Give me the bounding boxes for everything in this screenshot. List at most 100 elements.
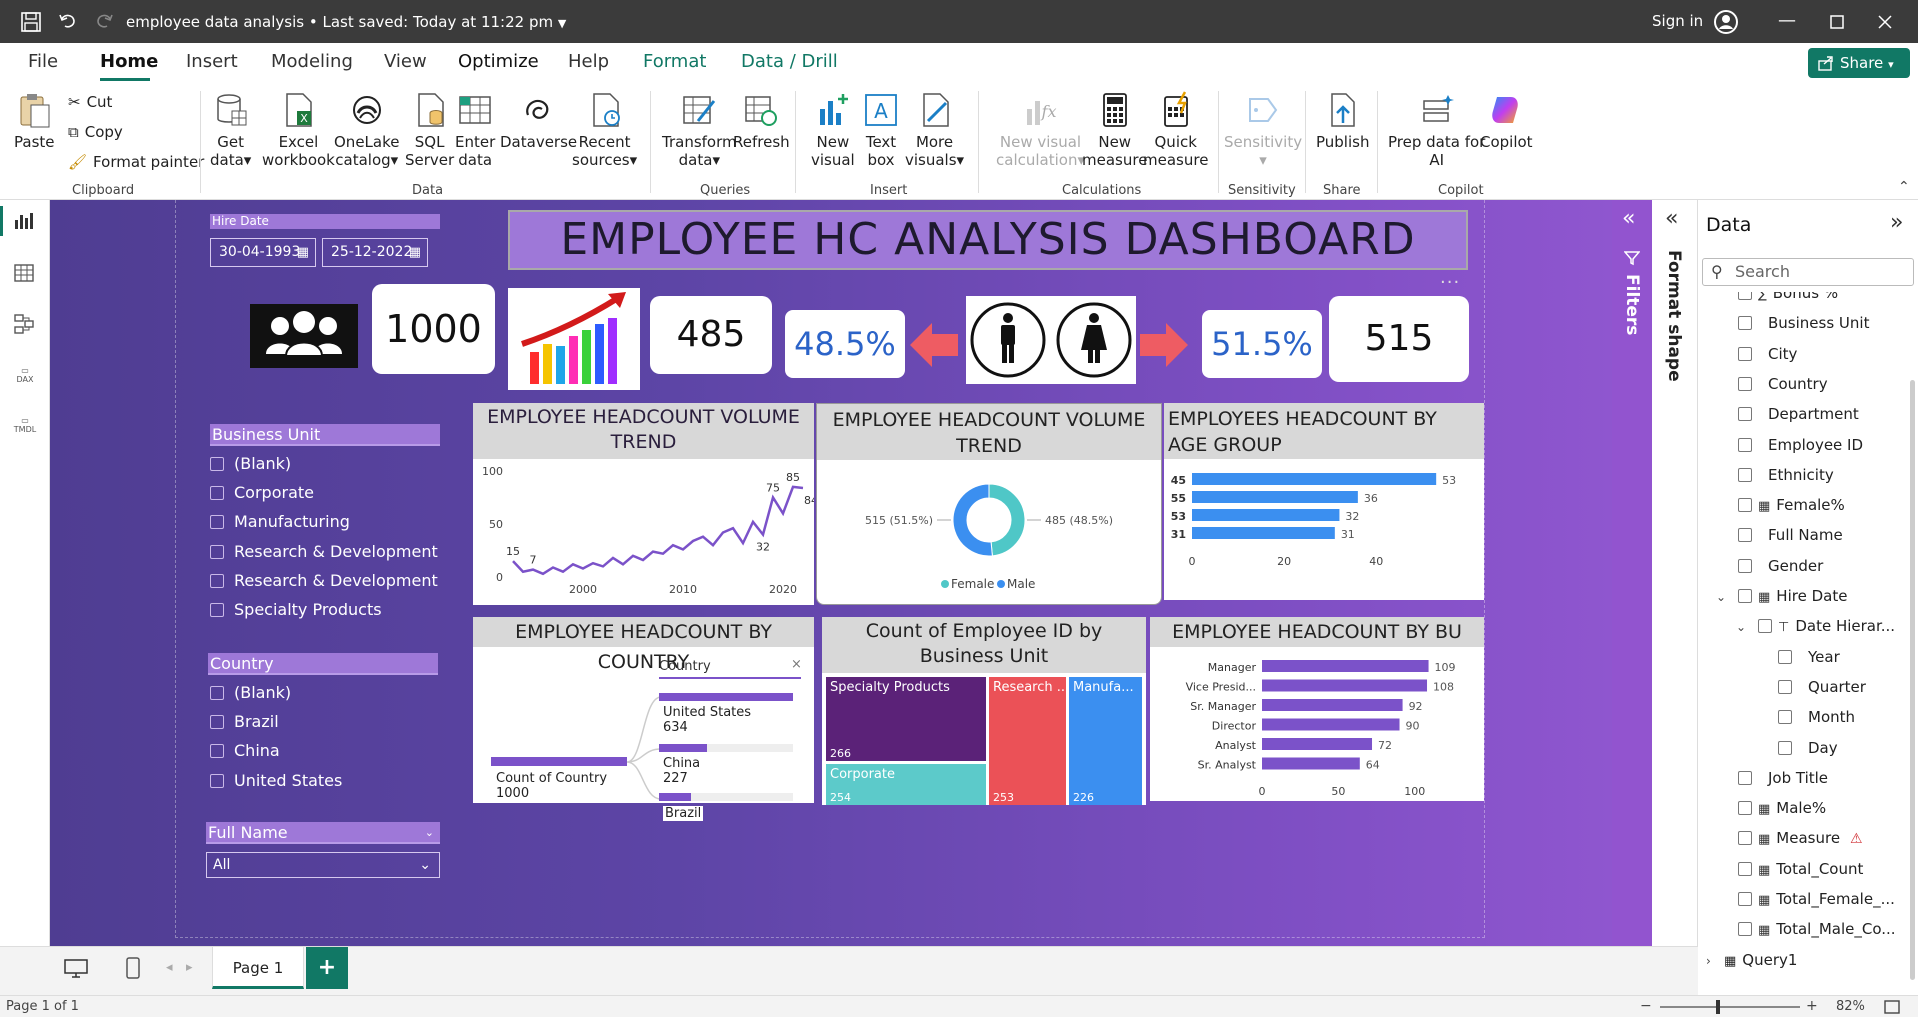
- sign-in-link[interactable]: Sign in: [1652, 12, 1703, 30]
- refresh-button[interactable]: Refresh: [733, 91, 790, 151]
- country-option-blank[interactable]: (Blank): [210, 683, 291, 702]
- field-checkbox[interactable]: [1738, 831, 1752, 846]
- enter-data-button[interactable]: Enter data: [455, 91, 495, 169]
- field-checkbox[interactable]: [1738, 589, 1752, 603]
- redo-icon[interactable]: [94, 11, 114, 31]
- field-checkbox[interactable]: [1738, 861, 1752, 876]
- tab-data-drill[interactable]: Data / Drill: [741, 51, 838, 72]
- data-pane-scrollbar[interactable]: [1910, 380, 1915, 980]
- bu-option-manufacturing[interactable]: Manufacturing: [210, 512, 350, 531]
- total-headcount-card[interactable]: 1000: [372, 284, 495, 374]
- country-option-brazil[interactable]: Brazil: [210, 712, 279, 731]
- bu-option-rnd-2[interactable]: Research & Development: [210, 571, 438, 590]
- account-icon[interactable]: [1713, 9, 1739, 35]
- dashboard-title[interactable]: EMPLOYEE HC ANALYSIS DASHBOARD: [508, 210, 1468, 270]
- field-checkbox[interactable]: [1738, 922, 1752, 937]
- report-view-icon[interactable]: [14, 212, 34, 230]
- field-item[interactable]: City: [1738, 345, 1797, 363]
- field-item[interactable]: ⌄ ▦ Hire Date: [1716, 587, 1847, 605]
- zoom-out-icon[interactable]: −: [1640, 998, 1652, 1014]
- page-tab-page-1[interactable]: Page 1: [212, 947, 304, 989]
- collapse-data-pane-icon[interactable]: »: [1890, 210, 1903, 235]
- field-item[interactable]: ∑ Bonus %: [1738, 292, 1838, 302]
- field-checkbox[interactable]: [1738, 316, 1752, 331]
- bu-option-rnd[interactable]: Research & Development: [210, 542, 438, 561]
- decomp-node-bar-us[interactable]: [659, 693, 793, 701]
- field-item[interactable]: Quarter: [1778, 678, 1866, 696]
- tab-optimize[interactable]: Optimize: [458, 51, 539, 72]
- country-option-united-states[interactable]: United States: [210, 771, 342, 790]
- field-checkbox[interactable]: [1738, 467, 1752, 482]
- close-icon[interactable]: ×: [791, 657, 802, 672]
- field-item[interactable]: ▦ Total_Count: [1738, 860, 1863, 878]
- male-headcount-card[interactable]: 515: [1329, 296, 1469, 382]
- paste-button[interactable]: Paste: [14, 91, 55, 151]
- close-icon[interactable]: [1878, 15, 1892, 29]
- collapse-ribbon-icon[interactable]: ⌃: [1898, 179, 1910, 195]
- publish-button[interactable]: Publish: [1316, 91, 1369, 151]
- hire-date-to-input[interactable]: 25-12-2022 ▦: [322, 238, 428, 267]
- text-box-button[interactable]: A Text box: [862, 91, 900, 169]
- chevron-down-icon[interactable]: ⌄: [1736, 620, 1758, 634]
- bu-headcount-bar-visual[interactable]: EMPLOYEE HEADCOUNT BY BU Manager 109 Vice …: [1150, 617, 1484, 801]
- field-item[interactable]: ▦ Total_Male_Co...: [1738, 920, 1896, 938]
- bu-option-blank[interactable]: (Blank): [210, 454, 291, 473]
- chevron-right-icon[interactable]: ›: [1706, 954, 1724, 968]
- tab-help[interactable]: Help: [568, 51, 609, 72]
- female-percent-card[interactable]: 48.5%: [785, 310, 905, 378]
- hire-date-from-input[interactable]: 30-04-1993 ▦: [210, 238, 316, 267]
- tab-modeling[interactable]: Modeling: [271, 51, 353, 72]
- decomp-root-bar[interactable]: [491, 757, 627, 766]
- field-checkbox[interactable]: [1738, 346, 1752, 361]
- gender-donut-visual[interactable]: EMPLOYEE HEADCOUNT VOLUME TREND 485 (48.…: [816, 403, 1162, 605]
- field-item[interactable]: ▦ Total_Female_...: [1738, 890, 1895, 908]
- more-visuals-button[interactable]: More visuals▾: [905, 91, 964, 169]
- field-checkbox[interactable]: [1738, 770, 1752, 785]
- more-options-icon[interactable]: ···: [1440, 272, 1460, 293]
- female-headcount-card[interactable]: 485: [650, 296, 772, 374]
- get-data-button[interactable]: Get data▾: [210, 91, 251, 169]
- field-item[interactable]: Employee ID: [1738, 436, 1863, 454]
- cut-button[interactable]: ✂ Cut: [68, 93, 112, 111]
- save-icon[interactable]: [20, 11, 42, 33]
- report-canvas[interactable]: Hire Date 30-04-1993 ▦ 25-12-2022 ▦ EMPLOY…: [50, 200, 1612, 946]
- age-group-bar-visual[interactable]: EMPLOYEES HEADCOUNT BY AGE GROUP 45 53 55 3…: [1164, 403, 1484, 600]
- tab-view[interactable]: View: [384, 51, 427, 72]
- field-item[interactable]: Country: [1738, 375, 1828, 393]
- expand-filters-icon[interactable]: «: [1622, 206, 1635, 231]
- field-checkbox[interactable]: [1738, 498, 1752, 513]
- onelake-catalog-button[interactable]: OneLake catalog▾: [334, 91, 399, 169]
- field-checkbox[interactable]: [1738, 528, 1752, 543]
- field-item[interactable]: Year: [1778, 648, 1840, 666]
- zoom-slider[interactable]: [1660, 1000, 1800, 1014]
- previous-page-icon[interactable]: ◂: [166, 960, 173, 975]
- tab-home[interactable]: Home: [100, 51, 158, 72]
- data-search-input[interactable]: ⚲ Search: [1702, 258, 1914, 286]
- prep-data-for-ai-button[interactable]: Prep data for AI: [1388, 91, 1485, 169]
- bu-treemap-visual[interactable]: Count of Employee ID by Business Unit Sp…: [822, 617, 1146, 805]
- dataverse-button[interactable]: Dataverse: [500, 91, 577, 151]
- document-title[interactable]: employee data analysis • Last saved: Tod…: [126, 13, 566, 31]
- copy-button[interactable]: ⧉ Copy: [68, 123, 123, 141]
- tab-format[interactable]: Format: [643, 51, 706, 72]
- field-checkbox[interactable]: [1758, 619, 1772, 634]
- bu-option-corporate[interactable]: Corporate: [210, 483, 314, 502]
- field-checkbox[interactable]: [1738, 801, 1752, 816]
- field-checkbox[interactable]: [1738, 558, 1752, 573]
- field-item[interactable]: ⌄ ⊤ Date Hierar...: [1736, 617, 1895, 635]
- new-visual-button[interactable]: New visual: [811, 91, 855, 169]
- bu-option-specialty-products[interactable]: Specialty Products: [210, 600, 382, 619]
- query-table-item[interactable]: › ▦ Query1: [1706, 951, 1797, 969]
- field-item[interactable]: ▦ Measure ⚠: [1738, 829, 1863, 847]
- share-button[interactable]: Share ▾: [1808, 48, 1910, 78]
- field-checkbox[interactable]: [1738, 376, 1752, 391]
- filters-pane[interactable]: « Filters: [1612, 200, 1652, 946]
- treemap-chart[interactable]: Specialty Products 266 Research ... 253 Manu…: [822, 673, 1146, 805]
- field-checkbox[interactable]: [1778, 649, 1792, 664]
- next-page-icon[interactable]: ▸: [186, 960, 193, 975]
- sensitivity-button[interactable]: Sensitivity ▾: [1224, 91, 1302, 169]
- expand-format-icon[interactable]: «: [1665, 206, 1678, 231]
- table-view-icon[interactable]: [14, 264, 34, 282]
- maximize-icon[interactable]: [1830, 15, 1844, 29]
- line-chart[interactable]: 0 50 100 2000 2010 2020 15 7 32 75 85 84: [473, 459, 814, 605]
